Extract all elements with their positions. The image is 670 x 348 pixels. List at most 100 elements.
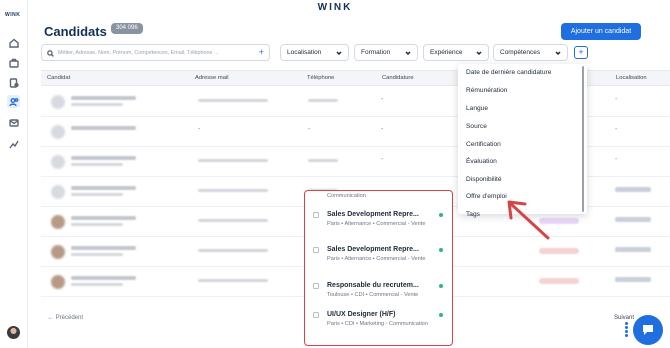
chevron-down-icon bbox=[476, 50, 482, 56]
email-cell bbox=[198, 279, 268, 282]
menu-item[interactable]: Date de dernière candidature bbox=[466, 69, 551, 76]
column-header[interactable]: Téléphone bbox=[307, 75, 334, 81]
job-checkbox[interactable] bbox=[313, 212, 319, 218]
job-title: UI/UX Designer (H/F) bbox=[327, 311, 396, 318]
job-title: Responsable du recrutem... bbox=[327, 282, 419, 289]
candidate-name bbox=[71, 186, 136, 190]
filter-experience[interactable]: Expérience bbox=[423, 44, 489, 61]
phone-cell bbox=[308, 99, 338, 102]
avatar bbox=[51, 245, 65, 259]
avatar bbox=[51, 95, 65, 109]
add-search-term-icon[interactable]: + bbox=[259, 48, 264, 57]
email-cell bbox=[198, 249, 268, 252]
search-input[interactable]: Métier, Adresse, Nom, Prénom, Compétence… bbox=[58, 50, 255, 56]
chevron-down-icon bbox=[405, 50, 411, 56]
previous-page-link[interactable]: ← Précédent bbox=[48, 315, 83, 321]
status-dot bbox=[439, 248, 443, 252]
add-column-button[interactable]: + bbox=[574, 46, 588, 59]
filter-label: Localisation bbox=[287, 49, 322, 56]
filter-label: Compétences bbox=[500, 49, 541, 56]
candidates-icon[interactable] bbox=[7, 95, 20, 108]
status-dot bbox=[439, 313, 443, 317]
chevron-down-icon bbox=[555, 50, 561, 56]
status-badge bbox=[539, 278, 579, 284]
drag-handle[interactable] bbox=[625, 322, 629, 338]
filter-label: Formation bbox=[361, 49, 391, 56]
search-bar[interactable]: Métier, Adresse, Nom, Prénom, Compétence… bbox=[41, 44, 270, 61]
avatar bbox=[51, 275, 65, 289]
menu-item[interactable]: Langue bbox=[466, 105, 488, 112]
candidate-name bbox=[71, 246, 136, 250]
email-cell bbox=[198, 159, 268, 162]
candidate-subtitle bbox=[71, 163, 123, 166]
job-checkbox[interactable] bbox=[313, 283, 319, 289]
column-header[interactable]: Candidat bbox=[47, 75, 70, 81]
location-cell bbox=[615, 217, 651, 222]
menu-item[interactable]: Source bbox=[466, 123, 487, 130]
job-checkbox[interactable] bbox=[313, 312, 319, 318]
top-bar: WINK bbox=[0, 0, 670, 16]
menu-scrollbar[interactable] bbox=[582, 66, 584, 212]
candidate-subtitle bbox=[71, 283, 123, 286]
candidate-subtitle bbox=[71, 223, 123, 226]
column-header[interactable]: Localisation bbox=[616, 75, 647, 81]
menu-item[interactable]: Évaluation bbox=[466, 158, 497, 165]
job-title: Sales Development Repre... bbox=[327, 246, 419, 253]
candidate-count-badge: 304 096 bbox=[111, 23, 143, 34]
avatar bbox=[51, 215, 65, 229]
location-cell bbox=[615, 187, 651, 192]
menu-item[interactable]: Rémunération bbox=[466, 87, 507, 94]
rail-logo: WINK bbox=[5, 12, 21, 18]
location-cell: - bbox=[615, 96, 618, 103]
location-cell: - bbox=[615, 126, 618, 133]
page-title: Candidats bbox=[44, 24, 107, 39]
chart-icon[interactable] bbox=[7, 137, 20, 150]
status-dot bbox=[439, 284, 443, 288]
next-page-link[interactable]: Suivant bbox=[614, 315, 634, 321]
email-cell bbox=[198, 219, 268, 222]
avatar bbox=[51, 185, 65, 199]
status-badge bbox=[539, 218, 579, 224]
location-cell: - bbox=[615, 156, 618, 163]
status-dot bbox=[439, 213, 443, 217]
avatar bbox=[51, 125, 65, 139]
job-checkbox[interactable] bbox=[313, 247, 319, 253]
candidate-subtitle bbox=[71, 103, 123, 106]
menu-item[interactable]: Disponibilité bbox=[466, 176, 502, 183]
filter-competences[interactable]: Compétences bbox=[493, 44, 568, 61]
email-cell: - bbox=[198, 126, 201, 133]
application-cell: - bbox=[381, 126, 384, 133]
application-cell: - bbox=[381, 96, 384, 103]
mail-icon[interactable] bbox=[7, 116, 20, 129]
chevron-down-icon bbox=[336, 50, 342, 56]
menu-item[interactable]: Certification bbox=[466, 141, 501, 148]
column-picker-menu: Date de dernière candidature Rémunératio… bbox=[458, 64, 587, 218]
briefcase-icon[interactable] bbox=[7, 56, 20, 69]
filter-localisation[interactable]: Localisation bbox=[280, 44, 349, 61]
home-icon[interactable] bbox=[7, 36, 20, 49]
user-avatar[interactable] bbox=[7, 326, 20, 339]
job-meta: Paris • CDI • Marketing - Communication bbox=[327, 321, 428, 327]
email-cell bbox=[198, 99, 268, 102]
phone-cell: - bbox=[308, 126, 311, 133]
menu-item[interactable]: Tags bbox=[466, 211, 480, 218]
candidate-subtitle bbox=[71, 253, 123, 256]
add-candidate-button[interactable]: Ajouter un candidat bbox=[561, 23, 641, 40]
chat-button[interactable] bbox=[633, 315, 663, 345]
job-title: Sales Development Repre... bbox=[327, 211, 419, 218]
status-badge bbox=[539, 248, 579, 254]
phone-cell bbox=[308, 159, 338, 162]
menu-item-job-offer[interactable]: Offre d'emploi bbox=[466, 193, 507, 200]
job-meta: Paris • Alternance • Commercial - Vente bbox=[327, 221, 426, 227]
filter-formation[interactable]: Formation bbox=[354, 44, 418, 61]
location-cell bbox=[615, 247, 651, 252]
job-meta-partial: Communication bbox=[327, 193, 366, 199]
document-user-icon[interactable] bbox=[7, 76, 20, 89]
candidate-name bbox=[71, 126, 136, 130]
column-header[interactable]: Candidature bbox=[382, 75, 414, 81]
application-cell: - bbox=[381, 156, 384, 163]
candidate-subtitle bbox=[71, 193, 123, 196]
search-icon bbox=[47, 44, 54, 62]
column-header[interactable]: Adresse mail bbox=[195, 75, 229, 81]
chat-bubble-icon bbox=[643, 325, 653, 335]
